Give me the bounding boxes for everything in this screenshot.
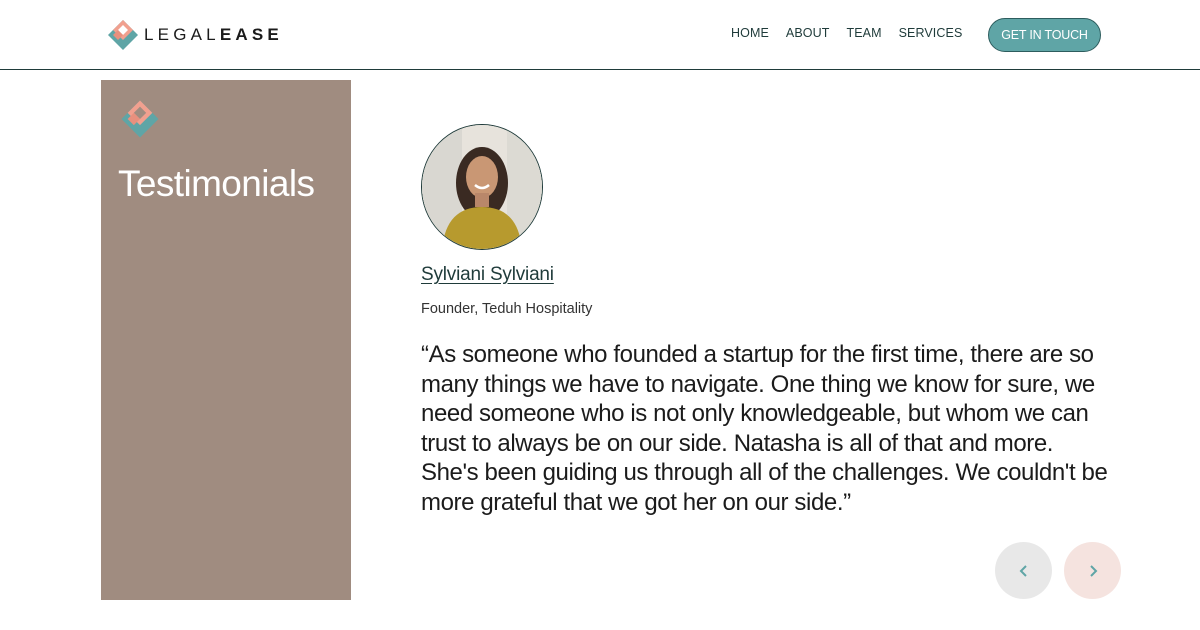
nav-services[interactable]: SERVICES xyxy=(899,26,963,40)
person-photo-icon xyxy=(422,125,542,249)
site-header: LEGALEASE HOME ABOUT TEAM SERVICES GET I… xyxy=(0,0,1200,70)
chevron-left-icon xyxy=(1019,564,1027,577)
legalease-logo-icon xyxy=(121,100,159,138)
testimonial-quote: “As someone who founded a startup for th… xyxy=(421,341,1108,516)
nav-team[interactable]: TEAM xyxy=(846,26,881,40)
testimonial-author-role: Founder, Teduh Hospitality xyxy=(421,301,593,317)
avatar xyxy=(421,124,543,250)
get-in-touch-button[interactable]: GET IN TOUCH xyxy=(988,18,1101,52)
page: LEGALEASE HOME ABOUT TEAM SERVICES GET I… xyxy=(0,0,1200,630)
main-nav: HOME ABOUT TEAM SERVICES xyxy=(731,26,979,40)
testimonial-author-link[interactable]: Sylviani Sylviani xyxy=(421,264,554,286)
page-title: Testimonials xyxy=(118,163,315,204)
nav-about[interactable]: ABOUT xyxy=(786,26,830,40)
testimonials-panel: Testimonials xyxy=(101,80,351,600)
next-testimonial-button[interactable] xyxy=(1064,542,1121,599)
brand-wordmark: LEGALEASE xyxy=(144,25,283,44)
legalease-logo-icon xyxy=(108,20,138,50)
brand-logo[interactable]: LEGALEASE xyxy=(106,18,283,52)
nav-home[interactable]: HOME xyxy=(731,26,769,40)
chevron-right-icon xyxy=(1089,564,1097,577)
previous-testimonial-button[interactable] xyxy=(995,542,1052,599)
